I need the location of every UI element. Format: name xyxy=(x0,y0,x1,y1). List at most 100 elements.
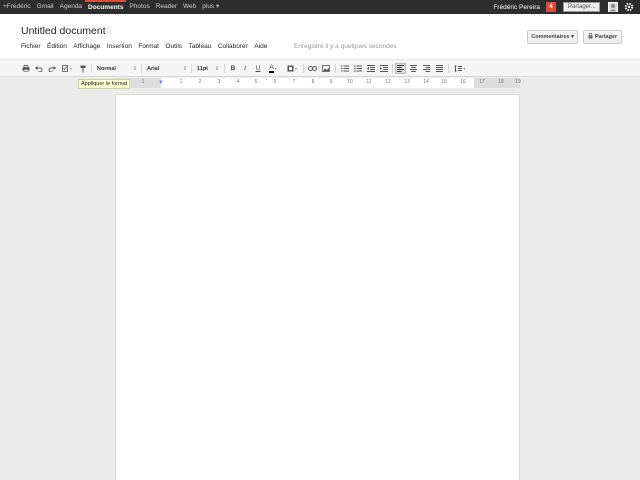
ruler-number: 11 xyxy=(366,79,372,85)
link-icon[interactable] xyxy=(307,63,318,74)
gbar-share-box[interactable]: Partager... xyxy=(563,2,600,12)
ruler-number: 1 xyxy=(179,79,183,85)
paragraph-style-value: Normal xyxy=(97,65,116,72)
ruler-number: 9 xyxy=(329,79,333,85)
gbar-link-more[interactable]: plus ▾ xyxy=(199,0,222,14)
ruler-number: 10 xyxy=(347,79,353,85)
chevron-updown-icon: ⇕ xyxy=(132,65,137,72)
print-icon[interactable] xyxy=(21,63,31,74)
share-button[interactable]: Partager xyxy=(583,30,622,44)
ruler-number: 7 xyxy=(292,79,296,85)
share-button-label: Partager xyxy=(594,34,618,40)
ruler-number: 13 xyxy=(404,79,410,85)
gbar-link-agenda[interactable]: Agenda xyxy=(57,0,85,14)
ruler-number: 18 xyxy=(498,79,504,85)
document-page[interactable] xyxy=(115,94,520,480)
menu-outils[interactable]: Outils xyxy=(165,43,182,53)
menu-collaborer[interactable]: Collaborer xyxy=(218,43,248,53)
increase-indent-icon[interactable] xyxy=(378,63,389,74)
ruler-number: 2 xyxy=(198,79,202,85)
font-value: Arial xyxy=(147,65,160,72)
ruler-number: 6 xyxy=(273,79,277,85)
toolbar-divider xyxy=(303,64,304,73)
chevron-down-icon: ▾ xyxy=(69,66,72,71)
gbar-link-profile[interactable]: +Frédéric xyxy=(0,0,34,14)
align-left-button[interactable] xyxy=(395,63,406,74)
indent-marker-icon[interactable]: ▼ xyxy=(158,80,164,86)
text-color-label: A xyxy=(269,64,274,73)
menu-tableau[interactable]: Tableau xyxy=(189,43,212,53)
menu-format[interactable]: Format xyxy=(138,43,159,53)
gbar-account-area: Frédéric Pereira 4 Partager... xyxy=(493,0,640,14)
ruler-number: 17 xyxy=(479,79,485,85)
decrease-indent-icon[interactable] xyxy=(365,63,376,74)
ruler-number: 12 xyxy=(385,79,391,85)
paint-format-icon[interactable] xyxy=(78,63,88,74)
align-justify-button[interactable] xyxy=(434,63,445,74)
highlight-color-button[interactable]: ▾ xyxy=(284,63,300,74)
bold-button[interactable]: B xyxy=(228,63,238,74)
align-center-button[interactable] xyxy=(408,63,419,74)
menu-fichier[interactable]: Fichier xyxy=(21,43,41,53)
ruler-number: 5 xyxy=(254,79,258,85)
font-size-select[interactable]: 11pt ⇕ xyxy=(194,63,222,74)
line-spacing-button[interactable]: ▾ xyxy=(452,63,468,74)
gbar-link-gmail[interactable]: Gmail xyxy=(34,0,57,14)
toolbar-divider xyxy=(91,64,92,73)
comments-button[interactable]: Commentaires ▾ xyxy=(527,30,578,44)
toolbar-divider xyxy=(335,64,336,73)
toolbar-divider xyxy=(191,64,192,73)
toolbar-divider xyxy=(141,64,142,73)
ruler-number: 14 xyxy=(423,79,429,85)
ruler-number: 4 xyxy=(236,79,240,85)
font-size-value: 11pt xyxy=(197,65,209,72)
lock-icon xyxy=(588,32,593,41)
chevron-down-icon: ▾ xyxy=(274,66,277,71)
ruler[interactable]: 2 1 1 2 3 4 5 6 7 8 9 10 11 12 13 14 15 … xyxy=(115,78,521,88)
underline-button[interactable]: U xyxy=(253,63,263,74)
toolbar-divider xyxy=(392,64,393,73)
gbar-link-photos[interactable]: Photos xyxy=(126,0,152,14)
toolbar-divider xyxy=(224,64,225,73)
align-right-button[interactable] xyxy=(421,63,432,74)
undo-icon[interactable] xyxy=(34,63,44,74)
star-icon[interactable]: ☆ xyxy=(104,25,113,36)
chevron-updown-icon: ⇕ xyxy=(182,65,187,72)
notification-badge[interactable]: 4 xyxy=(546,2,556,12)
bulleted-list-icon[interactable] xyxy=(352,63,363,74)
spellcheck-dropdown[interactable]: ▾ xyxy=(60,63,74,74)
avatar[interactable] xyxy=(608,2,618,12)
ruler-number: 1 xyxy=(141,79,145,85)
toolbar-divider xyxy=(448,64,449,73)
chevron-down-icon: ▾ xyxy=(294,66,297,71)
gbar-link-web[interactable]: Web xyxy=(180,0,199,14)
google-bar: +Frédéric Gmail Agenda Documents Photos … xyxy=(0,0,640,14)
tooltip: Appliquer le format xyxy=(78,79,131,89)
gbar-link-documents[interactable]: Documents xyxy=(85,0,127,14)
document-header: Untitled document ☆ Commentaires ▾ Parta… xyxy=(0,14,640,59)
gear-icon[interactable] xyxy=(624,2,634,12)
italic-button[interactable]: I xyxy=(240,63,250,74)
google-bar-links: +Frédéric Gmail Agenda Documents Photos … xyxy=(0,0,222,14)
font-select[interactable]: Arial ⇕ xyxy=(144,63,190,74)
menu-bar: Fichier Édition Affichage Insertion Form… xyxy=(21,43,274,53)
menu-insertion[interactable]: Insertion xyxy=(107,43,132,53)
ruler-number: 19 xyxy=(515,79,521,85)
numbered-list-icon[interactable] xyxy=(339,63,350,74)
document-title[interactable]: Untitled document xyxy=(21,25,106,37)
account-name[interactable]: Frédéric Pereira xyxy=(493,4,540,11)
paragraph-style-select[interactable]: Normal ⇕ xyxy=(94,63,140,74)
menu-affichage[interactable]: Affichage xyxy=(73,43,100,53)
ruler-number: 16 xyxy=(460,79,466,85)
format-toolbar: ▾ Normal ⇕ Arial ⇕ 11pt ⇕ B I U A ▾ ▾ ▾ xyxy=(0,59,640,77)
menu-edition[interactable]: Édition xyxy=(47,43,67,53)
save-status: Enregistré il y a quelques secondes xyxy=(294,43,397,50)
ruler-number: 8 xyxy=(311,79,315,85)
ruler-number: 15 xyxy=(441,79,447,85)
ruler-number: 3 xyxy=(217,79,221,85)
insert-image-icon[interactable] xyxy=(320,63,331,74)
text-color-button[interactable]: A ▾ xyxy=(266,63,280,74)
menu-aide[interactable]: Aide xyxy=(254,43,267,53)
redo-icon[interactable] xyxy=(47,63,57,74)
gbar-link-reader[interactable]: Reader xyxy=(153,0,180,14)
